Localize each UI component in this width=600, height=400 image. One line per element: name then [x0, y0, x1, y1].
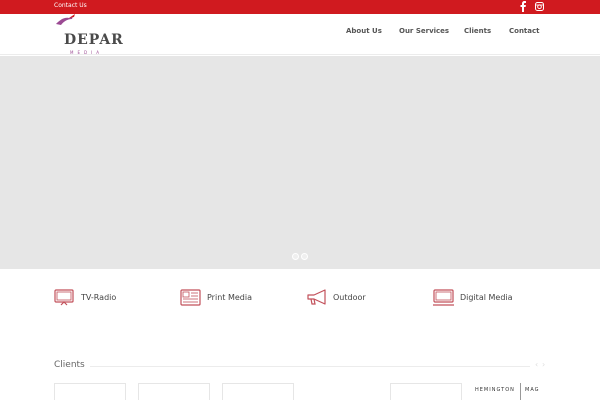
logo-text: DEPAR	[64, 32, 124, 48]
slider-dot-2[interactable]	[301, 253, 308, 260]
slider-dot-1[interactable]	[292, 253, 299, 260]
nav-about-us[interactable]: About Us	[346, 27, 382, 35]
client-logo-box[interactable]	[54, 383, 126, 400]
divider	[520, 383, 521, 400]
monitor-icon	[433, 289, 454, 306]
service-label: Print Media	[207, 293, 252, 302]
facebook-icon[interactable]	[519, 1, 527, 12]
chevron-left-icon[interactable]: ‹	[535, 360, 538, 369]
instagram-icon[interactable]	[535, 2, 544, 11]
client-logo-box[interactable]	[138, 383, 210, 400]
client-brand-hemington[interactable]: HEMINGTON	[475, 387, 515, 393]
service-label: TV-Radio	[81, 293, 117, 302]
nav-contact[interactable]: Contact	[509, 27, 540, 35]
logo-subtext: MEDIA	[70, 50, 103, 55]
nav-clients[interactable]: Clients	[464, 27, 491, 35]
divider	[90, 366, 530, 367]
nav-our-services[interactable]: Our Services	[399, 27, 449, 35]
megaphone-icon	[307, 289, 326, 305]
leaping-figure-icon	[56, 14, 75, 25]
service-label: Outdoor	[333, 293, 366, 302]
top-bar: Contact Us	[0, 0, 600, 14]
client-logo-box[interactable]	[390, 383, 462, 400]
contact-us-link[interactable]: Contact Us	[54, 2, 87, 9]
tv-icon	[54, 289, 74, 306]
client-logo-box[interactable]	[222, 383, 294, 400]
client-brand-mag[interactable]: MAG	[525, 387, 540, 393]
chevron-right-icon[interactable]: ›	[542, 360, 545, 369]
site-logo[interactable]: DEPAR MEDIA	[54, 14, 126, 55]
newspaper-icon	[180, 289, 201, 306]
service-label: Digital Media	[460, 293, 513, 302]
hero-slider	[0, 56, 600, 269]
clients-heading: Clients	[54, 360, 85, 370]
